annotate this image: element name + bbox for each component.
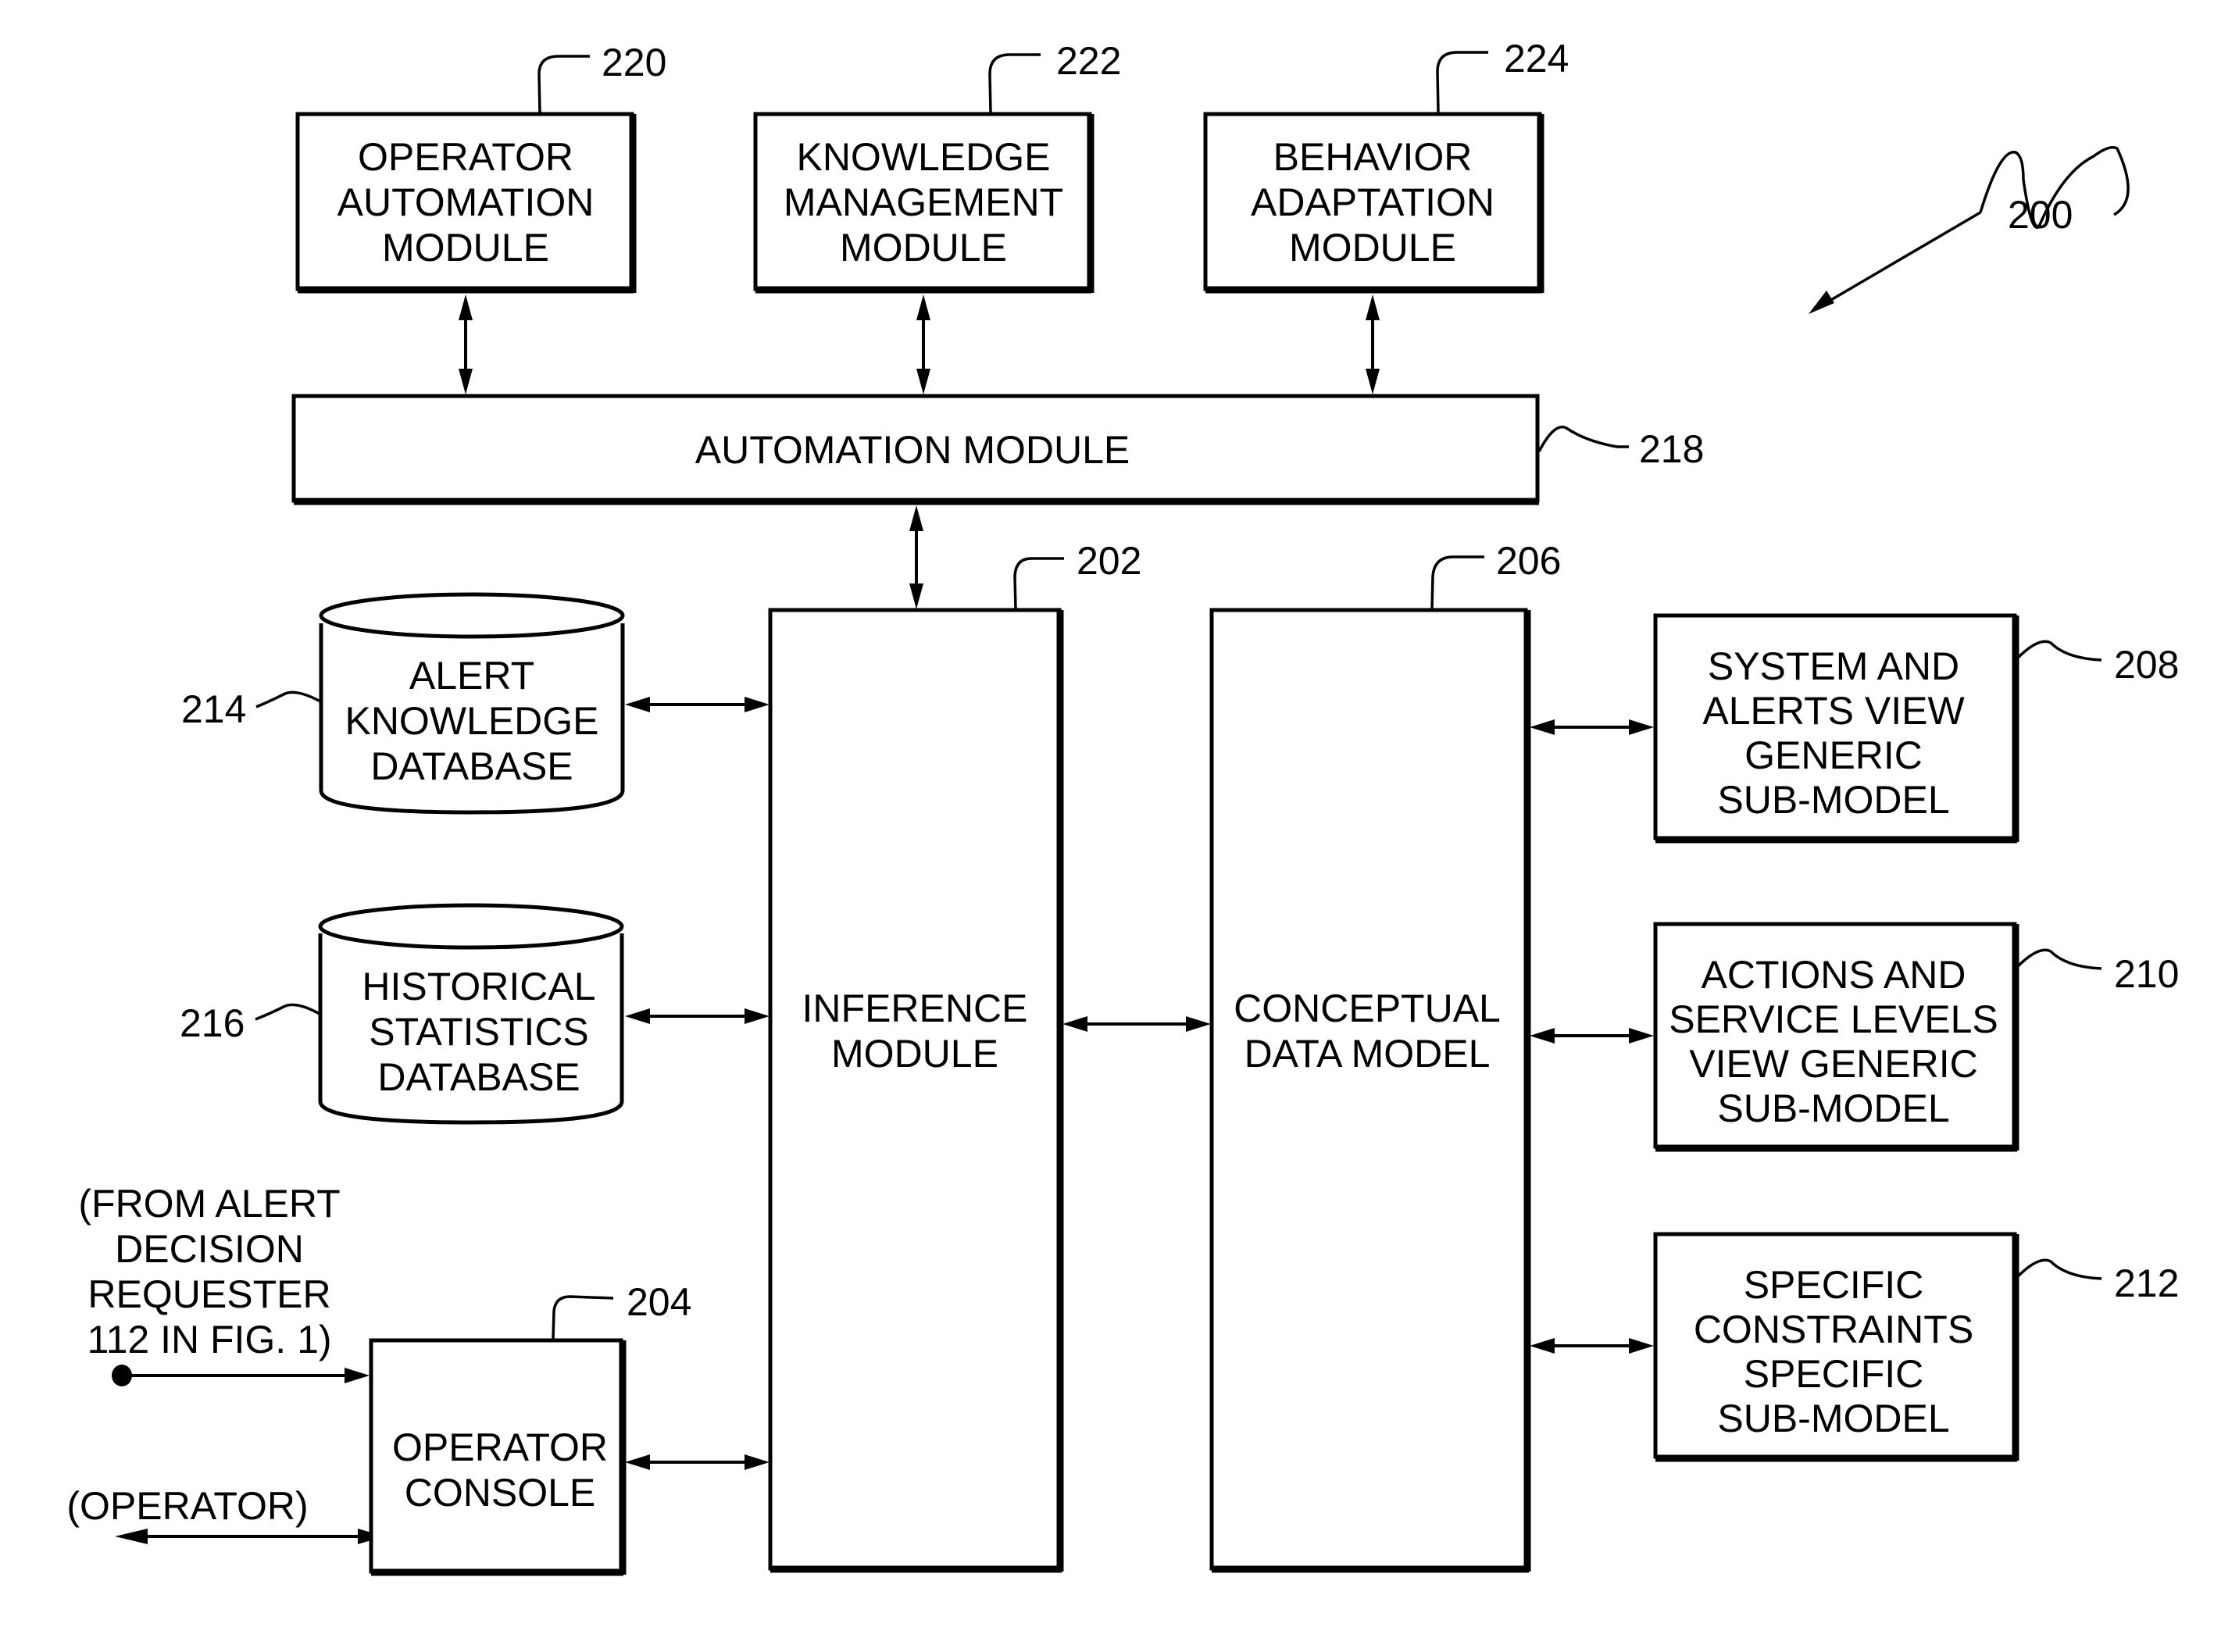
arrow-206-210 bbox=[1530, 1028, 1654, 1044]
leader-line-202 bbox=[1013, 557, 1064, 609]
specific-constraints-label-3: SPECIFIC bbox=[1744, 1352, 1924, 1396]
leader-line-218 bbox=[1537, 425, 1629, 452]
operator-console: OPERATOR CONSOLE 204 bbox=[369, 1280, 691, 1576]
historical-db-label-1: HISTORICAL bbox=[362, 965, 595, 1008]
actions-service-label-1: ACTIONS AND bbox=[1702, 953, 1966, 997]
leader-line-212 bbox=[2016, 1258, 2102, 1280]
behavior-adaptation-label-3: MODULE bbox=[1289, 226, 1456, 269]
behavior-adaptation-label-1: BEHAVIOR bbox=[1273, 135, 1473, 179]
leader-line-210 bbox=[2016, 948, 2102, 970]
operator-annotation: (OPERATOR) bbox=[66, 1484, 308, 1528]
automation-module-label: AUTOMATION MODULE bbox=[695, 428, 1130, 472]
operator-automation-label-2: AUTOMATION bbox=[337, 180, 595, 224]
actions-service-label-3: VIEW GENERIC bbox=[1689, 1042, 1977, 1086]
arrow-216-202 bbox=[625, 1008, 770, 1024]
from-requester-line-2: DECISION bbox=[115, 1227, 304, 1271]
inference-label-2: MODULE bbox=[831, 1032, 998, 1076]
actions-service-label-4: SUB-MODEL bbox=[1717, 1086, 1949, 1130]
automation-module: AUTOMATION MODULE 218 bbox=[291, 394, 1704, 505]
actions-service-levels-sub-model: ACTIONS AND SERVICE LEVELS VIEW GENERIC … bbox=[1653, 922, 2179, 1152]
behavior-adaptation-module: BEHAVIOR ADAPTATION MODULE 224 bbox=[1203, 37, 1569, 294]
system-alerts-label-2: ALERTS VIEW bbox=[1702, 689, 1965, 733]
knowledge-management-label-3: MODULE bbox=[840, 226, 1007, 269]
ref-220: 220 bbox=[602, 41, 666, 84]
block-diagram: OPERATOR AUTOMATION MODULE 220 KNOWLEDGE… bbox=[66, 37, 2179, 1576]
ref-212: 212 bbox=[2114, 1261, 2179, 1305]
specific-constraints-label-4: SUB-MODEL bbox=[1717, 1397, 1949, 1440]
historical-db-label-2: STATISTICS bbox=[369, 1010, 589, 1054]
arrow-218-202 bbox=[909, 505, 923, 609]
leader-line-224 bbox=[1436, 51, 1488, 113]
figure-ref-200: 200 bbox=[1809, 146, 2130, 314]
system-alerts-view-sub-model: SYSTEM AND ALERTS VIEW GENERIC SUB-MODEL… bbox=[1653, 613, 2179, 844]
historical-statistics-database: HISTORICAL STATISTICS DATABASE 216 bbox=[180, 903, 624, 1125]
arrow-214-202 bbox=[625, 697, 770, 712]
knowledge-management-label-1: KNOWLEDGE bbox=[796, 135, 1050, 179]
arrow-220-218 bbox=[459, 294, 473, 394]
alert-db-label-2: KNOWLEDGE bbox=[345, 699, 598, 743]
leader-line-222 bbox=[988, 53, 1041, 113]
arrow-202-206 bbox=[1062, 1016, 1211, 1032]
operator-automation-label-3: MODULE bbox=[382, 226, 549, 269]
specific-constraints-sub-model: SPECIFIC CONSTRAINTS SPECIFIC SUB-MODEL … bbox=[1653, 1232, 2179, 1462]
ref-216: 216 bbox=[180, 1001, 245, 1045]
ref-204: 204 bbox=[627, 1280, 691, 1324]
system-alerts-label-1: SYSTEM AND bbox=[1708, 644, 1959, 688]
behavior-adaptation-label-2: ADAPTATION bbox=[1251, 180, 1494, 224]
specific-constraints-label-2: CONSTRAINTS bbox=[1694, 1308, 1973, 1351]
from-requester-line-3: REQUESTER bbox=[87, 1272, 330, 1316]
alert-db-label-3: DATABASE bbox=[370, 744, 573, 788]
from-requester-line-1: (FROM ALERT bbox=[78, 1182, 340, 1226]
historical-db-label-3: DATABASE bbox=[377, 1055, 580, 1099]
arrowhead-200 bbox=[1809, 291, 1834, 314]
operator-automation-label-1: OPERATOR bbox=[358, 135, 573, 179]
ref-224: 224 bbox=[1504, 37, 1569, 80]
ref-210: 210 bbox=[2114, 952, 2179, 996]
conceptual-label-2: DATA MODEL bbox=[1244, 1032, 1491, 1076]
leader-line-220 bbox=[537, 55, 590, 113]
leader-line-208 bbox=[2016, 640, 2102, 662]
leader-line-206 bbox=[1430, 555, 1484, 609]
arrow-operator-204 bbox=[115, 1529, 384, 1544]
inference-label-1: INFERENCE bbox=[802, 987, 1028, 1030]
ref-218: 218 bbox=[1639, 427, 1704, 471]
actions-service-label-2: SERVICE LEVELS bbox=[1669, 997, 1998, 1041]
alert-knowledge-database: ALERT KNOWLEDGE DATABASE 214 bbox=[181, 592, 625, 815]
arrow-206-208 bbox=[1530, 719, 1654, 735]
leader-line-216 bbox=[255, 1003, 320, 1021]
ref-200: 200 bbox=[2008, 193, 2073, 237]
ref-208: 208 bbox=[2114, 643, 2179, 687]
ref-202: 202 bbox=[1077, 539, 1141, 583]
arrow-206-212 bbox=[1530, 1338, 1654, 1354]
operator-console-label-2: CONSOLE bbox=[405, 1471, 596, 1515]
operator-automation-module: OPERATOR AUTOMATION MODULE 220 bbox=[295, 41, 666, 294]
knowledge-management-module: KNOWLEDGE MANAGEMENT MODULE 222 bbox=[753, 39, 1121, 294]
ref-214: 214 bbox=[181, 687, 246, 731]
operator-console-label-1: OPERATOR bbox=[392, 1425, 608, 1469]
leader-line-204 bbox=[552, 1295, 614, 1340]
ref-206: 206 bbox=[1496, 539, 1561, 583]
arrow-222-218 bbox=[916, 294, 930, 394]
arrow-224-218 bbox=[1366, 294, 1380, 394]
knowledge-management-label-2: MANAGEMENT bbox=[784, 180, 1063, 224]
specific-constraints-label-1: SPECIFIC bbox=[1744, 1263, 1924, 1307]
conceptual-label-1: CONCEPTUAL bbox=[1234, 987, 1501, 1030]
system-alerts-label-4: SUB-MODEL bbox=[1717, 778, 1949, 822]
system-alerts-label-3: GENERIC bbox=[1744, 733, 1923, 777]
ref-222: 222 bbox=[1056, 39, 1121, 83]
from-requester-annotation: (FROM ALERT DECISION REQUESTER 112 IN FI… bbox=[78, 1182, 340, 1361]
arrow-204-202 bbox=[625, 1454, 770, 1470]
leader-line-214 bbox=[255, 690, 321, 708]
conceptual-data-model: CONCEPTUAL DATA MODEL 206 bbox=[1209, 539, 1561, 1573]
arrow-requester-204 bbox=[112, 1365, 370, 1386]
inference-module: INFERENCE MODULE 202 bbox=[768, 539, 1141, 1573]
zigzag-arrow bbox=[1816, 146, 2130, 310]
from-requester-line-4: 112 IN FIG. 1) bbox=[87, 1318, 331, 1361]
alert-db-label-1: ALERT bbox=[409, 654, 534, 698]
